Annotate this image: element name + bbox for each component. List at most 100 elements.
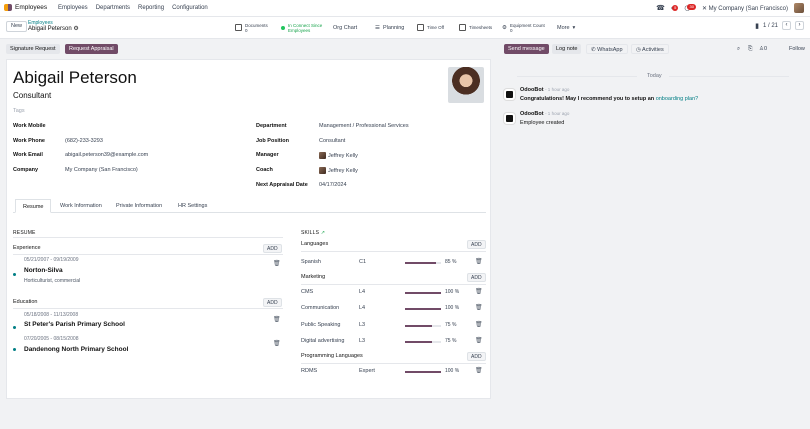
trash-icon[interactable]: 🗑 (475, 337, 483, 344)
message-body: Congratulations! May I recommend you to … (520, 96, 699, 102)
followers-button[interactable]: ♙0 (755, 44, 771, 54)
odoobot-avatar[interactable] (504, 89, 515, 100)
skill-group-languages: Languages (301, 241, 329, 247)
education-title-st-peters[interactable]: St Peter's Parish Primary School (24, 321, 125, 328)
user-avatar[interactable] (794, 3, 804, 13)
field-work-email[interactable]: abigail.peterson39@example.com (65, 152, 148, 158)
trash-icon[interactable]: 🗑 (475, 304, 483, 311)
menu-departments[interactable]: Departments (96, 5, 130, 11)
skill-name: Communication (301, 305, 340, 311)
add-skill-marketing-button[interactable]: ADD (467, 273, 486, 282)
add-experience-button[interactable]: ADD (263, 244, 282, 253)
activities-clock-icon[interactable]: ◷30 (684, 4, 696, 12)
smart-button-more[interactable]: More ▾ (554, 19, 578, 36)
skill-percent: 100 % (445, 289, 460, 295)
menu-employees[interactable]: Employees (58, 5, 88, 11)
breadcrumb: Employees Abigail Peterson ⚙ (28, 20, 79, 32)
form-sheet: Abigail Peterson Consultant Tags Work Mo… (6, 59, 491, 399)
messaging-icon[interactable]: ●5 (671, 4, 679, 12)
activities-button[interactable]: ◷ Activities (631, 44, 669, 54)
menu-reporting[interactable]: Reporting (138, 5, 164, 11)
voip-phone-icon[interactable]: ☎ (656, 4, 665, 12)
tab-private-information[interactable]: Private Information (109, 199, 169, 213)
signature-request-button[interactable]: Signature Request (6, 44, 60, 54)
field-work-phone[interactable]: (682)-233-3293 (65, 138, 103, 144)
skill-percent: 75 % (445, 338, 457, 344)
skill-name: Spanish (301, 259, 321, 265)
timeline-dot (13, 326, 16, 329)
coach-avatar (319, 167, 326, 174)
pager: ▮ 1 / 21 ‹ › (755, 21, 804, 30)
trash-icon[interactable]: 🗑 (475, 258, 483, 265)
tools-icon: ✕ (701, 5, 707, 12)
trash-icon[interactable]: 🗑 (475, 321, 483, 328)
app-brand[interactable]: Employees (4, 4, 47, 11)
onboarding-plan-link[interactable]: onboarding plan? (656, 96, 699, 102)
send-message-button[interactable]: Send message (504, 44, 549, 54)
tab-work-information[interactable]: Work Information (53, 199, 109, 213)
field-label-work-phone: Work Phone (13, 138, 45, 144)
field-job-position[interactable]: Consultant (319, 138, 345, 144)
smart-button-documents[interactable]: Documents 0 (232, 19, 271, 36)
message-author: OdooBot - 1 hour ago (520, 87, 570, 93)
add-education-button[interactable]: ADD (263, 298, 282, 307)
odoobot-avatar[interactable] (504, 113, 515, 124)
job-title[interactable]: Consultant (13, 91, 51, 100)
skill-level: L3 (359, 322, 366, 328)
company-switcher[interactable]: ✕ My Company (San Francisco) (702, 5, 788, 12)
whatsapp-button[interactable]: ✆ WhatsApp (586, 44, 628, 54)
trash-icon[interactable]: 🗑 (475, 288, 483, 295)
new-button[interactable]: New (6, 21, 28, 32)
skill-percent: 75 % (445, 322, 457, 328)
smart-button-org-chart[interactable]: Org Chart (330, 19, 360, 36)
trash-icon[interactable]: 🗑 (273, 260, 281, 267)
search-icon[interactable]: ⌕ (733, 44, 744, 54)
skill-level: L4 (359, 289, 366, 295)
pager-next-button[interactable]: › (795, 21, 804, 30)
timeline-dot (13, 348, 16, 351)
pager-value[interactable]: 1 / 21 (763, 23, 778, 29)
smart-button-timesheets[interactable]: Timesheets (456, 19, 495, 36)
add-skill-programming-button[interactable]: ADD (467, 352, 486, 361)
field-department[interactable]: Management / Professional Services (319, 123, 409, 129)
trash-icon[interactable]: 🗑 (273, 316, 281, 323)
skill-percent: 85 % (445, 259, 457, 265)
education-title-dandenong[interactable]: Dandenong North Primary School (24, 346, 128, 353)
trash-icon[interactable]: 🗑 (273, 340, 281, 347)
activities-badge: 30 (687, 4, 696, 10)
field-label-manager: Manager (256, 152, 279, 158)
smart-button-planning[interactable]: ☰ Planning (372, 19, 407, 36)
field-label-job-position: Job Position (256, 138, 289, 144)
notebook-tabs: Resume Work Information Private Informat… (13, 199, 486, 213)
calendar-icon (417, 24, 424, 31)
skill-name: CMS (301, 289, 314, 295)
pager-previous-button[interactable]: ‹ (782, 21, 791, 30)
menu-configuration[interactable]: Configuration (172, 5, 208, 11)
log-note-button[interactable]: Log note (552, 44, 582, 54)
smart-button-time-off[interactable]: Time Off (414, 19, 447, 36)
top-navbar: Employees Employees Departments Reportin… (0, 0, 810, 17)
employee-name[interactable]: Abigail Peterson (13, 68, 137, 88)
date-divider-right (669, 76, 789, 77)
field-next-appraisal-date[interactable]: 04/17/2024 (319, 182, 347, 188)
skill-progress-bar (405, 371, 441, 373)
field-manager[interactable]: Jeffrey Kelly (319, 152, 358, 159)
smart-button-equipment[interactable]: ⚙ Equipment Count 0 (499, 19, 548, 36)
clock-icon: ◷ (636, 47, 641, 53)
tab-hr-settings[interactable]: HR Settings (171, 199, 214, 213)
experience-divider (13, 254, 283, 255)
field-company[interactable]: My Company (San Francisco) (65, 167, 138, 173)
gear-icon[interactable]: ⚙ (73, 26, 78, 32)
tab-resume[interactable]: Resume (15, 199, 52, 213)
skill-progress-bar (405, 341, 441, 343)
smart-button-connect[interactable]: In Connect Since Employees (278, 19, 325, 36)
field-coach[interactable]: Jeffrey Kelly (319, 167, 358, 174)
education-title: Education (13, 299, 38, 305)
request-appraisal-button[interactable]: Request Appraisal (65, 44, 118, 54)
tags-field[interactable]: Tags (13, 108, 25, 114)
trash-icon[interactable]: 🗑 (475, 367, 483, 374)
add-skill-languages-button[interactable]: ADD (467, 240, 486, 249)
experience-title-norton-silva[interactable]: Norton-Silva (24, 267, 63, 274)
follow-button[interactable]: Follow (785, 44, 809, 54)
employee-photo[interactable] (448, 67, 484, 103)
